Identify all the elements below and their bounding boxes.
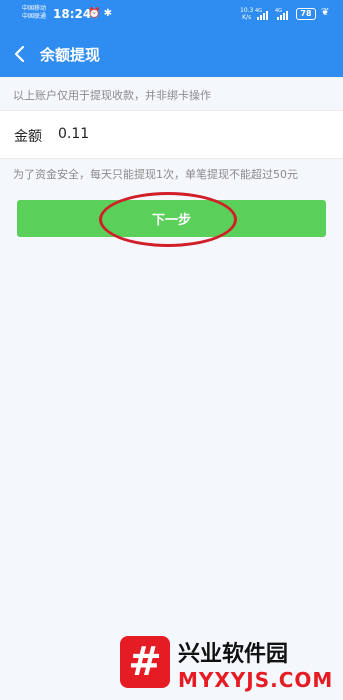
amount-row: 金额 0.11	[0, 110, 343, 159]
signal-icon-2: 4G	[275, 8, 288, 20]
battery-indicator: 78	[296, 8, 316, 20]
alarm-icon: ⏰	[88, 8, 101, 19]
amount-label: 金额	[14, 129, 42, 145]
net-speed: 10.3 K/s	[240, 7, 253, 21]
carrier-1: 中国移动	[22, 5, 47, 12]
nav-bar: 余额提现	[0, 32, 343, 77]
network-label-1: 4G	[255, 8, 262, 14]
account-notice: 以上账户仅用于提现收款，并非绑卡操作	[13, 89, 211, 102]
bluetooth-icon: ✱	[103, 8, 113, 19]
watermark-url: MYXYJS.COM	[178, 668, 334, 692]
status-icons: ⏰ ✱	[88, 8, 112, 19]
net-speed-value: 10.3	[240, 7, 254, 14]
limit-note: 为了资金安全，每天只能提现1次，单笔提现不能超过50元	[13, 168, 298, 181]
leaf-icon: ❦	[321, 7, 330, 18]
watermark-name: 兴业软件园	[178, 642, 289, 667]
carrier-labels: 中国移动 中国联通	[22, 5, 46, 21]
watermark: # 兴业软件园 MYXYJS.COM	[120, 632, 334, 696]
net-speed-unit: K/s	[242, 14, 252, 21]
carrier-2: 中国联通	[22, 13, 47, 20]
page-title: 余额提现	[40, 46, 101, 64]
watermark-logo-icon: #	[120, 636, 170, 688]
chevron-left-icon[interactable]	[10, 44, 30, 64]
next-step-button[interactable]: 下一步	[17, 200, 326, 237]
signal-icon-1: 4G	[255, 8, 268, 20]
amount-input[interactable]: 0.11	[58, 126, 89, 142]
network-label-2: 4G	[275, 8, 282, 14]
clock: 18:24	[53, 7, 92, 21]
status-bar: 中国移动 中国联通 18:24 ⏰ ✱ 10.3 K/s 4G 4G 78 ❦	[0, 0, 343, 32]
